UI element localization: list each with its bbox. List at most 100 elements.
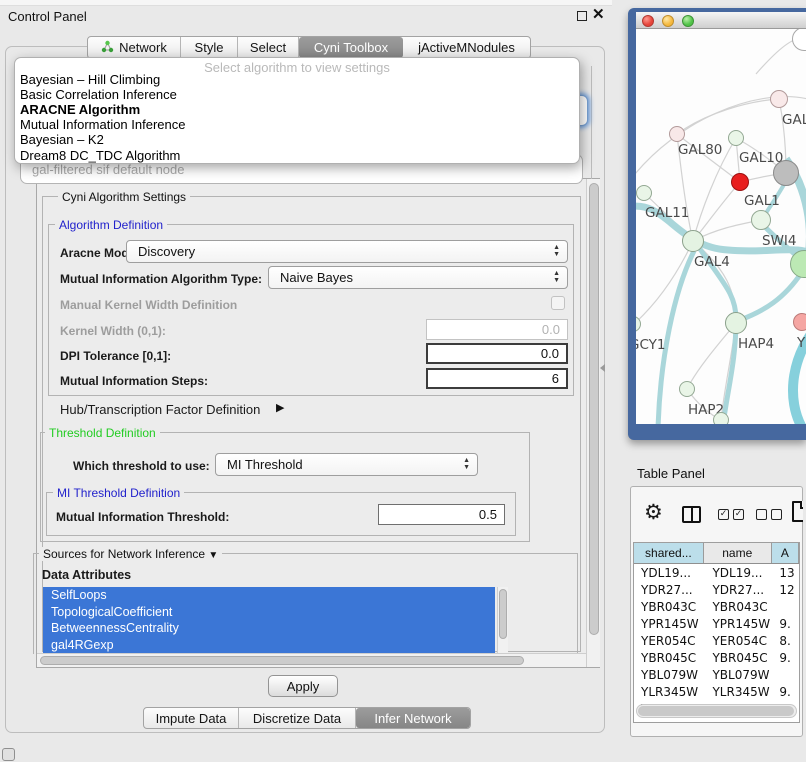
gear-icon[interactable]: ⚙ <box>644 500 663 524</box>
manual-kernel-checkbox[interactable] <box>551 296 565 310</box>
network-view-canvas[interactable]: GALGAL80GAL10GAL1SWI4GAL11GAL4GCY1HAP4YH… <box>636 29 806 424</box>
network-edges <box>636 29 806 424</box>
which-threshold-select[interactable]: MI Threshold ▲▼ <box>215 453 478 476</box>
network-node-gal1[interactable] <box>731 173 749 191</box>
column-header[interactable]: shared... <box>634 543 704 563</box>
table-cell: YBR043C <box>703 598 771 615</box>
table-row[interactable]: YBL079WYBL079W <box>634 666 799 683</box>
network-node-gal11[interactable] <box>636 185 652 201</box>
table-row[interactable]: YBR043CYBR043C <box>634 598 799 615</box>
algorithm-dropdown-prompt: Select algorithm to view settings <box>15 58 579 72</box>
close-icon[interactable]: ✕ <box>592 5 605 23</box>
tab-cyni-toolbox[interactable]: Cyni Toolbox <box>299 37 403 58</box>
table-row[interactable]: YER054CYER054C8. <box>634 632 799 649</box>
network-node-swi4[interactable] <box>751 210 771 230</box>
table-row[interactable]: YDL19...YDL19...13 <box>634 564 799 581</box>
hub-section-label[interactable]: Hub/Transcription Factor Definition <box>60 402 260 417</box>
aracne-mode-select[interactable]: Discovery ▲▼ <box>126 240 568 263</box>
node-table[interactable]: shared...nameA YDL19...YDL19...13YDR27..… <box>633 542 800 723</box>
algorithm-option[interactable]: ARACNE Algorithm <box>15 102 579 117</box>
node-label: Y <box>797 335 805 351</box>
tab-network[interactable]: Network <box>88 37 181 58</box>
tab-label: Discretize Data <box>253 711 341 726</box>
kernel-width-field[interactable]: 0.0 <box>426 319 568 340</box>
tab-label: Network <box>119 40 167 55</box>
tab-select[interactable]: Select <box>238 37 299 58</box>
algorithm-option[interactable]: Mutual Information Inference <box>15 117 579 132</box>
table-cell: YDL19... <box>634 564 703 581</box>
tab-style[interactable]: Style <box>181 37 238 58</box>
data-attributes-list[interactable]: SelfLoopsTopologicalCoefficientBetweenne… <box>43 587 495 653</box>
tab-infer-network[interactable]: Infer Network <box>356 708 470 728</box>
scrollbar-thumb[interactable] <box>638 706 794 716</box>
checked-checkbox-icon[interactable]: ✓ <box>733 509 744 520</box>
stepper-icon: ▲▼ <box>463 457 470 471</box>
apply-button[interactable]: Apply <box>268 675 338 697</box>
scrollbar-thumb[interactable] <box>499 589 507 639</box>
export-table-icon[interactable] <box>792 501 803 522</box>
column-header[interactable]: name <box>704 543 772 563</box>
settings-hscrollbar[interactable] <box>37 653 586 667</box>
network-node[interactable] <box>773 160 799 186</box>
attributes-list-scrollbar[interactable] <box>497 587 508 653</box>
algorithm-option[interactable]: Dream8 DC_TDC Algorithm <box>15 147 579 162</box>
collapse-down-icon[interactable]: ▼ <box>208 550 218 561</box>
tab-impute-data[interactable]: Impute Data <box>144 708 239 728</box>
tab-label: Style <box>195 40 224 55</box>
table-cell: 9. <box>771 649 799 666</box>
attribute-item[interactable]: gal4RGexp <box>43 637 495 654</box>
manual-kernel-label: Manual Kernel Width Definition <box>60 298 237 312</box>
table-row[interactable]: YLR345WYLR345W9. <box>634 683 799 700</box>
attribute-item[interactable]: SelfLoops <box>43 587 495 604</box>
dpi-tolerance-field[interactable]: 0.0 <box>426 343 568 364</box>
network-node-gal80[interactable] <box>669 126 685 142</box>
network-node[interactable] <box>713 412 729 424</box>
column-layout-icon[interactable] <box>682 506 701 523</box>
zoom-traffic-light[interactable] <box>682 15 694 27</box>
network-node-hap2[interactable] <box>679 381 695 397</box>
table-row[interactable]: YDR27...YDR27...12 <box>634 581 799 598</box>
threshold-definition-title: Threshold Definition <box>45 426 160 440</box>
close-traffic-light[interactable] <box>642 15 654 27</box>
checked-checkbox-icon[interactable]: ✓ <box>718 509 729 520</box>
mi-steps-field[interactable]: 6 <box>426 368 568 389</box>
tab-label: Infer Network <box>374 711 451 726</box>
mi-type-label: Mutual Information Algorithm Type: <box>60 272 262 286</box>
table-row[interactable]: YPR145WYPR145W9. <box>634 615 799 632</box>
network-node-gal4[interactable] <box>682 230 704 252</box>
which-threshold-value: MI Threshold <box>227 457 303 472</box>
kernel-width-label: Kernel Width (0,1): <box>60 324 166 338</box>
column-header[interactable]: A <box>772 543 799 563</box>
network-icon <box>101 40 114 56</box>
top-strip <box>0 0 612 6</box>
network-node-gal[interactable] <box>770 90 788 108</box>
scrollbar-thumb[interactable] <box>589 183 599 635</box>
mi-steps-label: Mutual Information Steps: <box>60 374 208 388</box>
mi-type-select[interactable]: Naive Bayes ▲▼ <box>268 266 568 289</box>
table-row[interactable]: YBR045CYBR045C9. <box>634 649 799 666</box>
minimized-panel-icon[interactable] <box>2 748 15 761</box>
float-window-icon[interactable] <box>577 11 587 21</box>
minimize-traffic-light[interactable] <box>662 15 674 27</box>
tab-discretize-data[interactable]: Discretize Data <box>239 708 356 728</box>
table-cell <box>771 598 799 615</box>
attribute-item[interactable]: BetweennessCentrality <box>43 620 495 637</box>
network-node-y[interactable] <box>793 313 806 331</box>
settings-vscrollbar[interactable] <box>586 179 600 667</box>
screen: Control Panel ✕ NetworkStyleSelectCyni T… <box>0 0 806 762</box>
table-cell: 13 <box>771 564 799 581</box>
scrollbar-thumb[interactable] <box>40 656 524 665</box>
unchecked-checkbox-icon[interactable] <box>756 509 767 520</box>
split-pane-handle[interactable] <box>600 364 605 372</box>
expand-right-icon[interactable]: ▶ <box>276 401 284 414</box>
algorithm-option[interactable]: Bayesian – K2 <box>15 132 579 147</box>
network-node-gal10[interactable] <box>728 130 744 146</box>
table-panel-title: Table Panel <box>637 466 705 481</box>
tab-label: Impute Data <box>156 711 227 726</box>
mi-threshold-field[interactable]: 0.5 <box>378 504 505 525</box>
network-node-hap4[interactable] <box>725 312 747 334</box>
tab-jactivemnodules[interactable]: jActiveMNodules <box>403 37 530 58</box>
unchecked-checkbox-icon[interactable] <box>771 509 782 520</box>
algorithm-option[interactable]: Basic Correlation Inference <box>15 87 579 102</box>
attribute-item[interactable]: TopologicalCoefficient <box>43 604 495 621</box>
